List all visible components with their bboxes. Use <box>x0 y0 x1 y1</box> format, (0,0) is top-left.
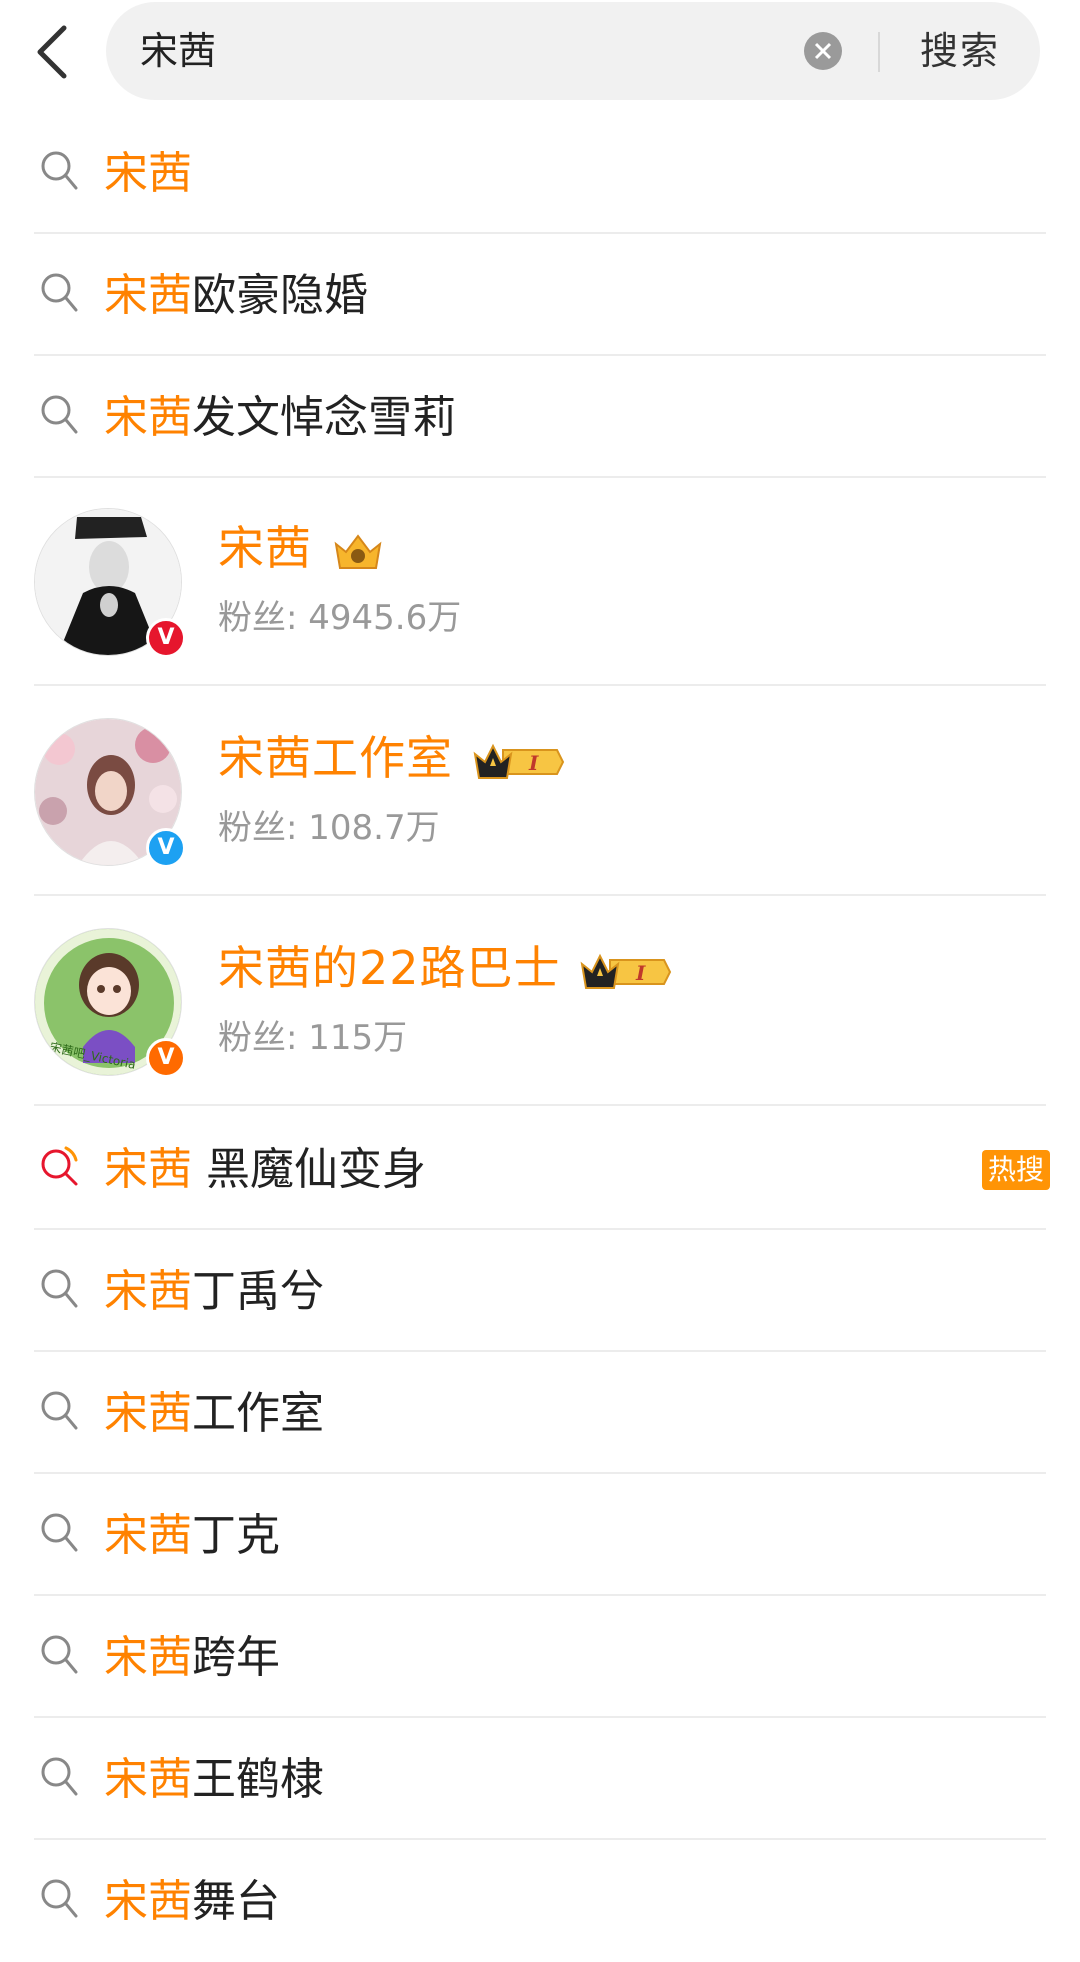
svg-text:I: I <box>635 961 646 985</box>
search-icon <box>41 395 78 434</box>
search-icon <box>41 1391 78 1430</box>
suggestion-label: 宋茜王鹤棣 <box>104 1754 324 1805</box>
suggestion-item[interactable]: 宋茜丁克 <box>34 1474 1046 1596</box>
suggestion-item[interactable]: 宋茜舞台 <box>34 1840 1046 1962</box>
user-name: 宋茜的22路巴士 I <box>218 940 672 996</box>
user-result[interactable]: V 宋茜 粉丝: 4945.6万 <box>34 478 1046 686</box>
suggestion-label: 宋茜 <box>104 148 192 199</box>
verified-badge: V <box>146 618 186 658</box>
search-icon <box>41 151 78 190</box>
suggestion-label: 宋茜发文悼念雪莉 <box>104 392 456 443</box>
suggestion-item[interactable]: 宋茜王鹤棣 <box>34 1718 1046 1840</box>
fans-count: 粉丝: 108.7万 <box>218 808 440 848</box>
search-button[interactable]: 搜索 <box>920 26 1000 76</box>
chevron-left-icon <box>37 25 67 79</box>
suggestion-item[interactable]: 宋茜丁禹兮 <box>34 1230 1046 1352</box>
user-name: 宋茜工作室 I <box>218 730 565 786</box>
search-icon <box>41 1879 78 1918</box>
search-icon <box>41 1513 78 1552</box>
suggestion-label: 宋茜 黑魔仙变身 <box>104 1144 426 1195</box>
search-bar[interactable]: 宋茜 搜索 <box>106 2 1040 100</box>
suggestion-label: 宋茜欧豪隐婚 <box>104 270 368 321</box>
suggestion-label: 宋茜跨年 <box>104 1632 280 1683</box>
verified-badge: V <box>146 1038 186 1078</box>
vip-crown-icon: I <box>580 953 672 989</box>
hot-search-icon <box>41 1146 78 1186</box>
fans-count: 粉丝: 4945.6万 <box>218 598 462 638</box>
suggestion-label: 宋茜丁克 <box>104 1510 280 1561</box>
divider <box>878 32 880 72</box>
fans-count: 粉丝: 115万 <box>218 1018 408 1058</box>
suggestion-item[interactable]: 宋茜跨年 <box>34 1596 1046 1718</box>
user-name: 宋茜 <box>218 520 384 576</box>
suggestion-item[interactable]: 宋茜 <box>34 112 1046 234</box>
svg-text:I: I <box>528 751 539 775</box>
user-result[interactable]: V 宋茜工作室 I 粉丝: 108.7万 <box>34 688 1046 896</box>
user-result[interactable]: 宋茜吧_Victoria V 宋茜的22路巴士 I 粉丝: 115万 <box>34 898 1046 1106</box>
search-icon <box>41 273 78 312</box>
hot-search-item[interactable]: 宋茜 黑魔仙变身 热搜 <box>34 1108 1050 1230</box>
suggestion-item[interactable]: 宋茜发文悼念雪莉 <box>34 356 1046 478</box>
crown-icon <box>334 533 382 569</box>
search-header: 宋茜 搜索 <box>0 0 1080 110</box>
clear-button[interactable] <box>804 32 842 70</box>
close-icon <box>814 42 832 60</box>
suggestion-label: 宋茜舞台 <box>104 1876 280 1927</box>
search-icon <box>41 1757 78 1796</box>
search-icon <box>41 1635 78 1674</box>
back-button[interactable] <box>28 22 84 82</box>
search-input[interactable]: 宋茜 <box>140 28 216 74</box>
verified-badge: V <box>146 828 186 868</box>
search-icon <box>41 1269 78 1308</box>
hot-badge: 热搜 <box>982 1150 1050 1190</box>
suggestion-label: 宋茜丁禹兮 <box>104 1266 324 1317</box>
vip-crown-icon: I <box>473 743 564 779</box>
suggestion-label: 宋茜工作室 <box>104 1388 324 1439</box>
suggestion-item[interactable]: 宋茜工作室 <box>34 1352 1046 1474</box>
suggestion-item[interactable]: 宋茜欧豪隐婚 <box>34 234 1046 356</box>
